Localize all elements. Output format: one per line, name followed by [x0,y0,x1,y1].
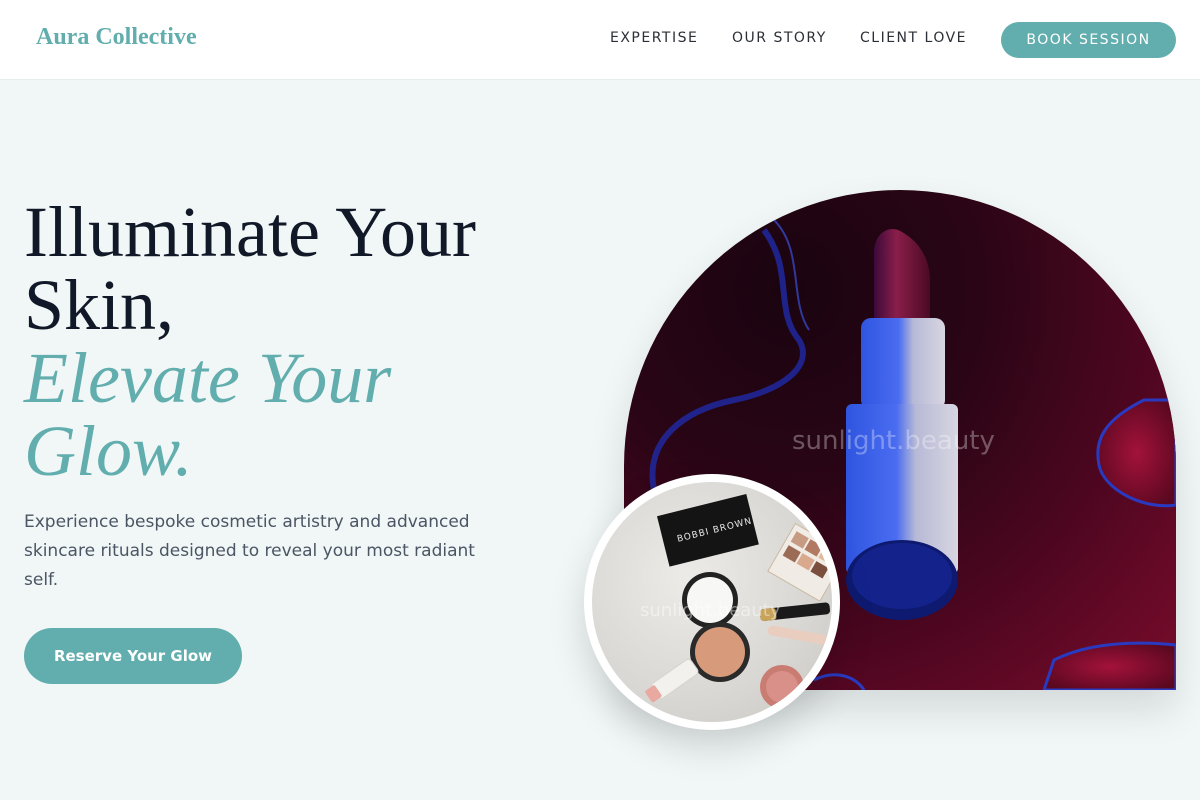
nav-link-expertise[interactable]: EXPERTISE [610,30,698,46]
headline-accent-line: Glow. [24,411,193,491]
makeup-flatlay-photo: BOBBI BROWN sunlight.beauty [584,474,840,730]
headline-line: Skin, [24,265,175,345]
book-session-button[interactable]: BOOK SESSION [1001,22,1176,58]
arch-watermark: sunlight.beauty [792,426,995,456]
hero-description: Experience bespoke cosmetic artistry and… [24,512,475,590]
headline-line: Illuminate Your [24,192,477,272]
circle-watermark: sunlight.beauty [640,600,781,621]
nav-link-our-story[interactable]: OUR STORY [732,30,827,46]
headline-accent-line: Elevate Your [24,338,392,418]
nav-link-client-love[interactable]: CLIENT LOVE [860,30,967,46]
makeup-flatlay-image: BOBBI BROWN sunlight.beauty [592,482,832,722]
brand-logo[interactable]: Aura Collective [36,24,197,51]
hero-headline: Illuminate Your Skin, Elevate Your Glow. [24,196,544,488]
reserve-glow-button[interactable]: Reserve Your Glow [24,628,242,684]
site-header: Aura Collective EXPERTISE OUR STORY CLIE… [0,0,1200,80]
